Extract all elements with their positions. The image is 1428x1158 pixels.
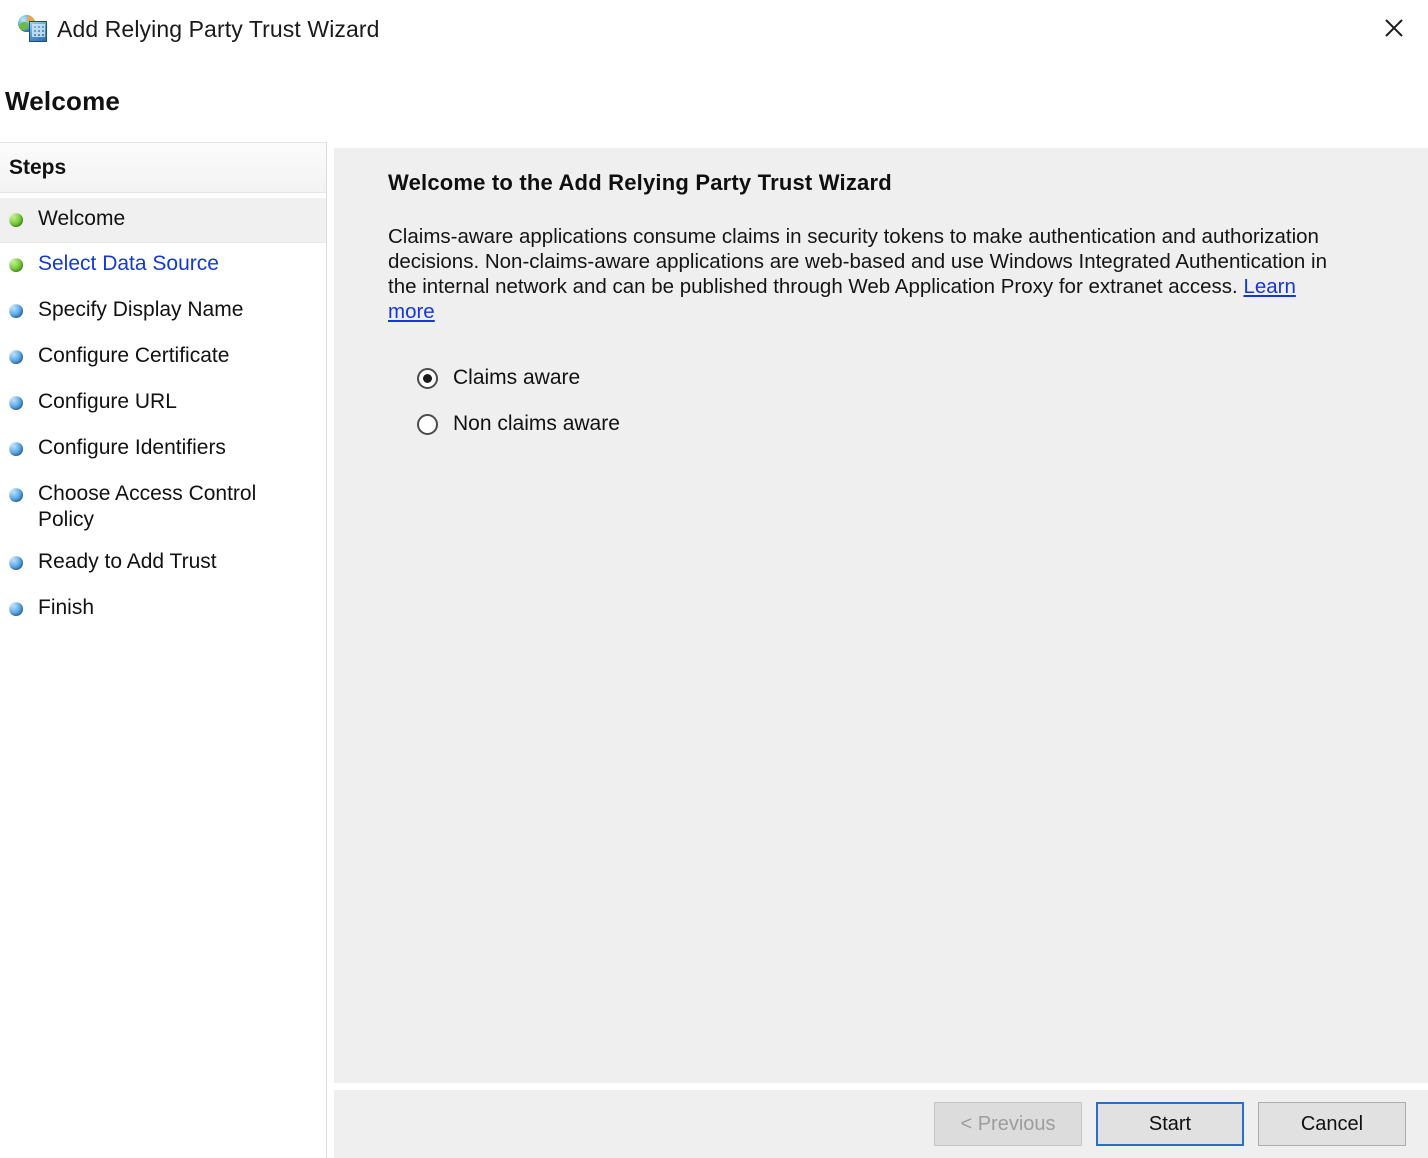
step-status-bullet-icon: [9, 304, 23, 318]
step-status-bullet-icon: [9, 442, 23, 456]
close-icon: [1383, 17, 1405, 39]
step-status-bullet-icon: [9, 602, 23, 616]
window-title: Add Relying Party Trust Wizard: [57, 16, 380, 43]
steps-sidebar: Steps Welcome Select Data Source Specify…: [0, 142, 327, 1158]
steps-header-label: Steps: [9, 156, 66, 180]
sidebar-item-label: Ready to Add Trust: [38, 549, 217, 575]
sidebar-item-configure-certificate[interactable]: Configure Certificate: [0, 335, 326, 381]
page-title: Welcome: [5, 86, 120, 117]
start-button[interactable]: Start: [1096, 1102, 1244, 1146]
server-building-icon: [29, 21, 47, 42]
step-status-bullet-icon: [9, 396, 23, 410]
sidebar-item-label[interactable]: Select Data Source: [38, 251, 219, 277]
sidebar-item-select-data-source[interactable]: Select Data Source: [0, 243, 326, 289]
sidebar-item-choose-access-control-policy[interactable]: Choose Access Control Policy: [0, 473, 326, 541]
step-status-bullet-icon: [9, 556, 23, 570]
radio-option-non-claims-aware[interactable]: Non claims aware: [417, 412, 1398, 436]
sidebar-item-label: Configure URL: [38, 389, 177, 415]
close-button[interactable]: [1360, 0, 1428, 56]
sidebar-item-label: Configure Identifiers: [38, 435, 226, 461]
cancel-button[interactable]: Cancel: [1258, 1102, 1406, 1146]
title-bar: Add Relying Party Trust Wizard: [0, 0, 1428, 66]
claims-awareness-radio-group: Claims aware Non claims aware: [417, 366, 1398, 436]
radio-label-non-claims-aware: Non claims aware: [453, 412, 620, 436]
steps-header: Steps: [0, 142, 326, 193]
step-status-bullet-icon: [9, 213, 23, 227]
content-description: Claims-aware applications consume claims…: [388, 224, 1333, 324]
sidebar-item-label: Finish: [38, 595, 94, 621]
sidebar-item-welcome[interactable]: Welcome: [0, 197, 326, 243]
sidebar-item-label: Welcome: [38, 206, 125, 232]
sidebar-item-specify-display-name[interactable]: Specify Display Name: [0, 289, 326, 335]
content-inner: Welcome to the Add Relying Party Trust W…: [334, 148, 1428, 436]
sidebar-item-configure-identifiers[interactable]: Configure Identifiers: [0, 427, 326, 473]
title-bar-left: Add Relying Party Trust Wizard: [18, 14, 380, 44]
footer-button-group: < Previous Start Cancel: [934, 1102, 1406, 1146]
radio-button-claims-aware[interactable]: [417, 368, 438, 389]
step-status-bullet-icon: [9, 350, 23, 364]
step-status-bullet-icon: [9, 488, 23, 502]
step-status-bullet-icon: [9, 258, 23, 272]
sidebar-item-finish[interactable]: Finish: [0, 587, 326, 633]
previous-button[interactable]: < Previous: [934, 1102, 1082, 1146]
steps-list: Welcome Select Data Source Specify Displ…: [0, 193, 326, 633]
sidebar-item-ready-to-add-trust[interactable]: Ready to Add Trust: [0, 541, 326, 587]
relying-party-trust-icon: [18, 14, 48, 44]
sidebar-item-label: Configure Certificate: [38, 343, 229, 369]
sidebar-item-label: Choose Access Control Policy: [38, 481, 288, 533]
radio-option-claims-aware[interactable]: Claims aware: [417, 366, 1398, 390]
sidebar-item-label: Specify Display Name: [38, 297, 243, 323]
radio-button-non-claims-aware[interactable]: [417, 414, 438, 435]
content-title: Welcome to the Add Relying Party Trust W…: [388, 170, 1398, 196]
sidebar-item-configure-url[interactable]: Configure URL: [0, 381, 326, 427]
content-panel: Welcome to the Add Relying Party Trust W…: [334, 148, 1428, 1083]
content-description-text: Claims-aware applications consume claims…: [388, 225, 1327, 298]
radio-label-claims-aware: Claims aware: [453, 366, 580, 390]
footer-bar: < Previous Start Cancel: [334, 1090, 1428, 1158]
